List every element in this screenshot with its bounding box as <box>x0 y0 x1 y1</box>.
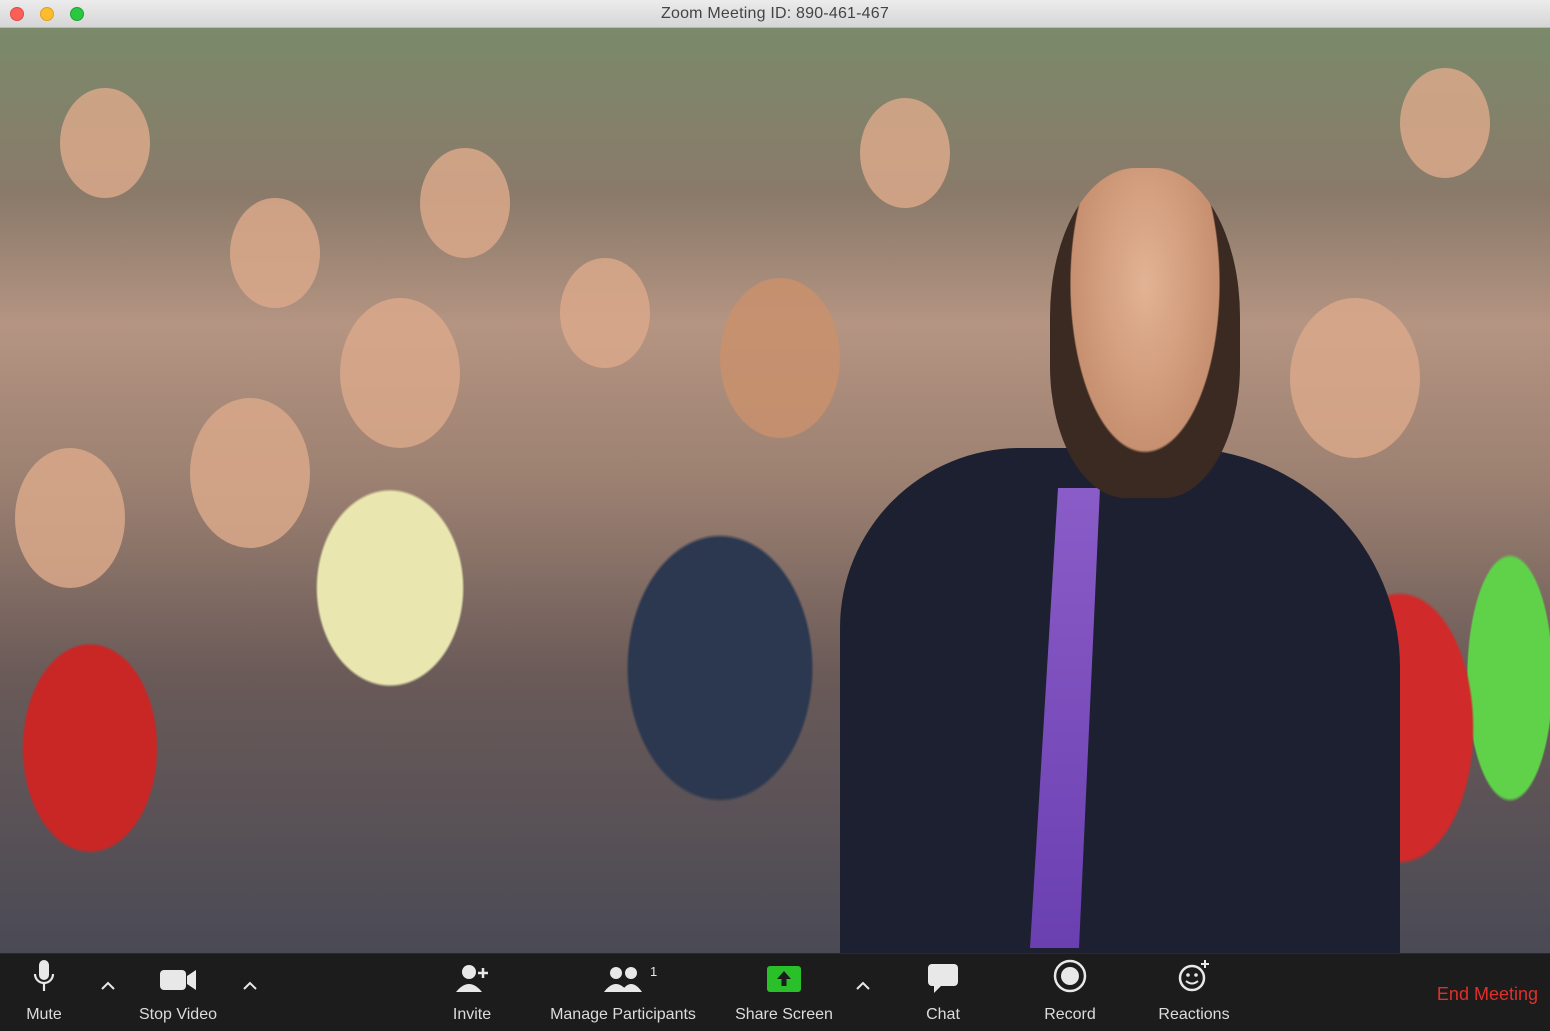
invite-button[interactable]: Invite <box>436 954 508 1031</box>
invite-label: Invite <box>452 1006 492 1023</box>
crowd-face <box>340 298 460 448</box>
crowd-face <box>60 88 150 198</box>
chevron-up-icon <box>856 981 870 990</box>
share-screen-label: Share Screen <box>735 1006 833 1023</box>
chevron-up-icon <box>101 981 115 990</box>
crowd-face <box>420 148 510 258</box>
meeting-toolbar: Mute Stop Video Invite Manage Participan… <box>0 953 1550 1030</box>
video-feed <box>0 28 1550 953</box>
crowd-face <box>560 258 650 368</box>
participants-count-badge: 1 <box>650 964 658 979</box>
reactions-button[interactable]: Reactions <box>1146 954 1242 1031</box>
participants-icon <box>603 954 643 994</box>
crowd-face <box>190 398 310 548</box>
record-button[interactable]: Record <box>1034 954 1106 1031</box>
reactions-label: Reactions <box>1158 1006 1230 1023</box>
manage-participants-button[interactable]: Manage Participants <box>536 954 710 1031</box>
share-options-caret[interactable] <box>853 976 873 996</box>
mute-label: Mute <box>26 1006 62 1023</box>
chat-button[interactable]: Chat <box>910 954 976 1031</box>
foreground-person-suit <box>840 448 1400 953</box>
crowd-face <box>15 448 125 588</box>
window-titlebar: Zoom Meeting ID: 890-461-467 <box>0 0 1550 28</box>
stop-video-label: Stop Video <box>139 1006 217 1023</box>
end-meeting-button[interactable]: End Meeting <box>1437 984 1538 1005</box>
crowd-face <box>1400 68 1490 178</box>
stop-video-button[interactable]: Stop Video <box>128 954 228 1031</box>
audio-options-caret[interactable] <box>98 976 118 996</box>
manage-participants-label: Manage Participants <box>550 1006 696 1023</box>
chat-label: Chat <box>926 1006 960 1023</box>
foreground-person-head <box>1050 168 1240 498</box>
mute-button[interactable]: Mute <box>4 954 84 1031</box>
chat-bubble-icon <box>926 954 960 994</box>
microphone-icon <box>31 954 57 994</box>
video-camera-icon <box>158 954 198 994</box>
record-label: Record <box>1044 1006 1096 1023</box>
add-person-icon <box>454 954 490 994</box>
crowd-face <box>860 98 950 208</box>
share-screen-button[interactable]: Share Screen <box>724 954 844 1031</box>
share-screen-icon <box>765 954 803 994</box>
crowd-face <box>1290 298 1420 458</box>
window-title: Zoom Meeting ID: 890-461-467 <box>661 5 889 22</box>
video-options-caret[interactable] <box>240 976 260 996</box>
crowd-face <box>720 278 840 438</box>
smiley-plus-icon <box>1176 954 1212 994</box>
crowd-face <box>230 198 320 308</box>
record-icon <box>1052 954 1088 994</box>
chevron-up-icon <box>243 981 257 990</box>
